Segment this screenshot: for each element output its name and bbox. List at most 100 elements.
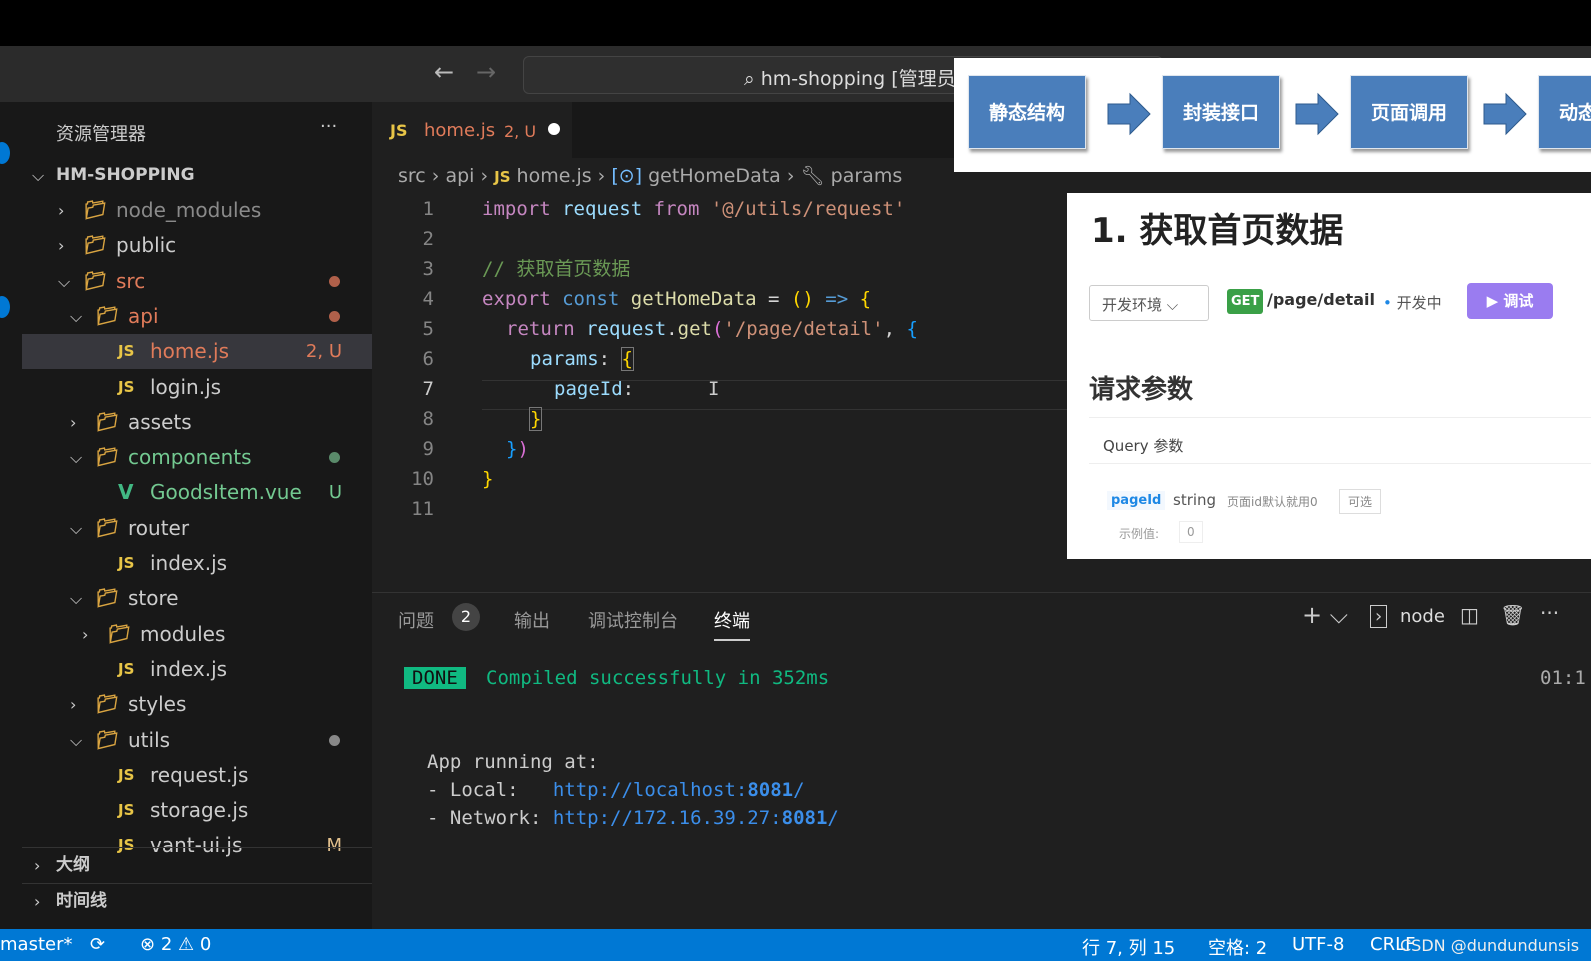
back-arrow-icon[interactable]: ← bbox=[434, 58, 454, 86]
timeline-section[interactable]: › 时间线 bbox=[22, 883, 372, 918]
git-status: U bbox=[328, 482, 342, 504]
cursor-position[interactable]: 行 7, 列 15 bbox=[1082, 934, 1175, 960]
watermark: CSDN @dundundunsis bbox=[1400, 936, 1580, 955]
tree-item[interactable]: JS index.js bbox=[22, 546, 372, 581]
tree-item[interactable]: JS login.js bbox=[22, 370, 372, 405]
video-top-bar bbox=[0, 0, 1591, 46]
tree-item[interactable]: ⌵ 📁︎ components bbox=[22, 440, 372, 475]
chevron-right-icon[interactable]: › bbox=[58, 228, 64, 263]
done-badge: DONE bbox=[404, 667, 466, 689]
tree-item[interactable]: ⌵ 📁︎ api bbox=[22, 299, 372, 334]
new-terminal-icon[interactable]: + ⌵ bbox=[1302, 601, 1348, 629]
tree-item[interactable]: › 📁︎ styles bbox=[22, 687, 372, 722]
trash-icon[interactable]: 🗑︎ bbox=[1500, 603, 1525, 627]
outline-section[interactable]: › 大纲 bbox=[22, 847, 372, 882]
api-doc-overlay: 1. 获取首页数据 开发环境 ⌵ GET /page/detail • 开发中 … bbox=[1067, 193, 1591, 559]
flow-arrow-icon bbox=[1295, 92, 1339, 136]
folder-icon: 📁︎ bbox=[108, 623, 131, 645]
chevron-right-icon[interactable]: › bbox=[70, 405, 76, 440]
debug-button[interactable]: ▶ 调试 bbox=[1467, 283, 1553, 319]
branch-status[interactable]: master* bbox=[0, 934, 72, 955]
folder-icon: 📁︎ bbox=[96, 517, 119, 539]
tab-problems[interactable]: 问题 bbox=[398, 607, 434, 633]
vue-file-icon: V bbox=[118, 480, 134, 505]
folder-icon: 📁︎ bbox=[96, 305, 119, 327]
tree-item[interactable]: JS storage.js bbox=[22, 793, 372, 828]
status-label: • 开发中 bbox=[1383, 294, 1442, 312]
js-file-icon: JS bbox=[118, 801, 135, 820]
chevron-right-icon[interactable]: › bbox=[70, 687, 76, 722]
flow-step: 封装接口 bbox=[1162, 75, 1280, 149]
git-status: 2, U bbox=[305, 341, 342, 363]
folder-icon: 📁︎ bbox=[96, 588, 119, 610]
git-dot-icon bbox=[329, 275, 340, 287]
encoding[interactable]: UTF-8 bbox=[1292, 934, 1344, 955]
more-icon[interactable]: ··· bbox=[1540, 601, 1559, 625]
flow-arrow-icon bbox=[1107, 92, 1151, 136]
problems-count-badge: 2 bbox=[452, 603, 480, 631]
folder-icon: 📁︎ bbox=[96, 729, 119, 751]
local-url-link[interactable]: http://localhost:8081/ bbox=[553, 779, 805, 801]
unsaved-dot-icon[interactable] bbox=[548, 123, 560, 135]
method-badge: GET bbox=[1227, 289, 1264, 314]
folder-icon: 📁︎ bbox=[96, 411, 119, 433]
tree-item[interactable]: ⌵ 📁︎ src bbox=[22, 264, 372, 299]
search-icon: ⌕ bbox=[744, 68, 761, 90]
git-dot-icon bbox=[329, 310, 340, 322]
env-select[interactable]: 开发环境 ⌵ bbox=[1089, 285, 1209, 321]
js-file-icon: JS bbox=[118, 659, 135, 678]
tree-item[interactable]: JS request.js bbox=[22, 758, 372, 793]
activity-bar bbox=[0, 102, 22, 929]
status-bar: master* ⟳ ⊗ 2 ⚠ 0 行 7, 列 15 空格: 2 UTF-8 … bbox=[0, 929, 1591, 961]
git-dot-icon bbox=[329, 452, 340, 464]
tree-item[interactable]: ⌵ 📁︎ store bbox=[22, 581, 372, 616]
js-file-icon: JS bbox=[118, 342, 135, 361]
terminal-icon: › bbox=[1370, 605, 1388, 628]
chevron-down-icon[interactable]: ⌵ bbox=[70, 723, 82, 758]
js-file-icon: JS bbox=[390, 121, 408, 140]
tab-debug-console[interactable]: 调试控制台 bbox=[588, 607, 678, 633]
forward-arrow-icon[interactable]: → bbox=[476, 58, 496, 86]
chevron-down-icon[interactable]: ⌵ bbox=[70, 299, 82, 334]
split-terminal-icon[interactable]: ◫ bbox=[1460, 603, 1479, 627]
folder-icon: 📁︎ bbox=[84, 270, 107, 292]
folder-icon: 📁︎ bbox=[84, 200, 107, 221]
tree-item[interactable]: ⌵ 📁︎ router bbox=[22, 511, 372, 546]
tab-output[interactable]: 输出 bbox=[514, 607, 550, 633]
explorer-title: 资源管理器 bbox=[56, 124, 146, 145]
tree-item[interactable]: › 📁︎ node_modules bbox=[22, 193, 372, 228]
folder-icon: 📁︎ bbox=[96, 694, 119, 716]
tree-item[interactable]: JS index.js bbox=[22, 652, 372, 687]
tree-item[interactable]: V GoodsItem.vue U bbox=[22, 475, 372, 510]
chevron-down-icon[interactable]: ⌵ bbox=[70, 440, 82, 475]
bottom-panel: 问题 2 输出 调试控制台 终端 + ⌵ › node ◫ 🗑︎ ··· DON… bbox=[372, 592, 1591, 929]
flow-step: 静态结构 bbox=[968, 75, 1086, 149]
tab-terminal[interactable]: 终端 bbox=[714, 607, 750, 641]
tree-item[interactable]: ⌵ 📁︎ utils bbox=[22, 723, 372, 758]
chevron-right-icon[interactable]: › bbox=[58, 193, 64, 228]
chevron-down-icon[interactable]: ⌵ bbox=[70, 511, 82, 546]
tree-item[interactable]: › 📁︎ public bbox=[22, 228, 372, 263]
tree-item[interactable]: › 📁︎ modules bbox=[22, 617, 372, 652]
chevron-down-icon[interactable]: ⌵ bbox=[58, 264, 70, 299]
tree-item[interactable]: › 📁︎ assets bbox=[22, 405, 372, 440]
problems-status[interactable]: ⊗ 2 ⚠ 0 bbox=[140, 934, 211, 955]
explorer-sidebar: 资源管理器 ··· ⌵ HM-SHOPPING › 📁︎ node_modules › 📁… bbox=[22, 102, 372, 929]
folder-icon: 📁︎ bbox=[84, 235, 107, 257]
js-file-icon: JS bbox=[118, 554, 135, 572]
indentation[interactable]: 空格: 2 bbox=[1208, 934, 1267, 960]
network-url-link[interactable]: http://172.16.39.27:8081/ bbox=[553, 807, 839, 829]
tab-home-js[interactable]: JS home.js 2, U bbox=[372, 102, 572, 158]
flow-step: 页面调用 bbox=[1350, 75, 1468, 149]
flow-step: 动态 bbox=[1538, 75, 1591, 149]
terminal-shell-label[interactable]: node bbox=[1400, 606, 1445, 627]
flow-arrow-icon bbox=[1483, 92, 1527, 136]
chevron-right-icon[interactable]: › bbox=[82, 617, 88, 652]
doc-title: 1. 获取首页数据 bbox=[1091, 211, 1344, 251]
explorer-root[interactable]: ⌵ HM-SHOPPING bbox=[22, 158, 372, 193]
sync-icon[interactable]: ⟳ bbox=[90, 934, 105, 955]
tree-item[interactable]: JS home.js 2, U bbox=[22, 334, 372, 370]
chevron-down-icon[interactable]: ⌵ bbox=[70, 581, 82, 616]
wrench-icon: 🔧︎ bbox=[800, 165, 825, 187]
more-actions-icon[interactable]: ··· bbox=[320, 116, 337, 137]
